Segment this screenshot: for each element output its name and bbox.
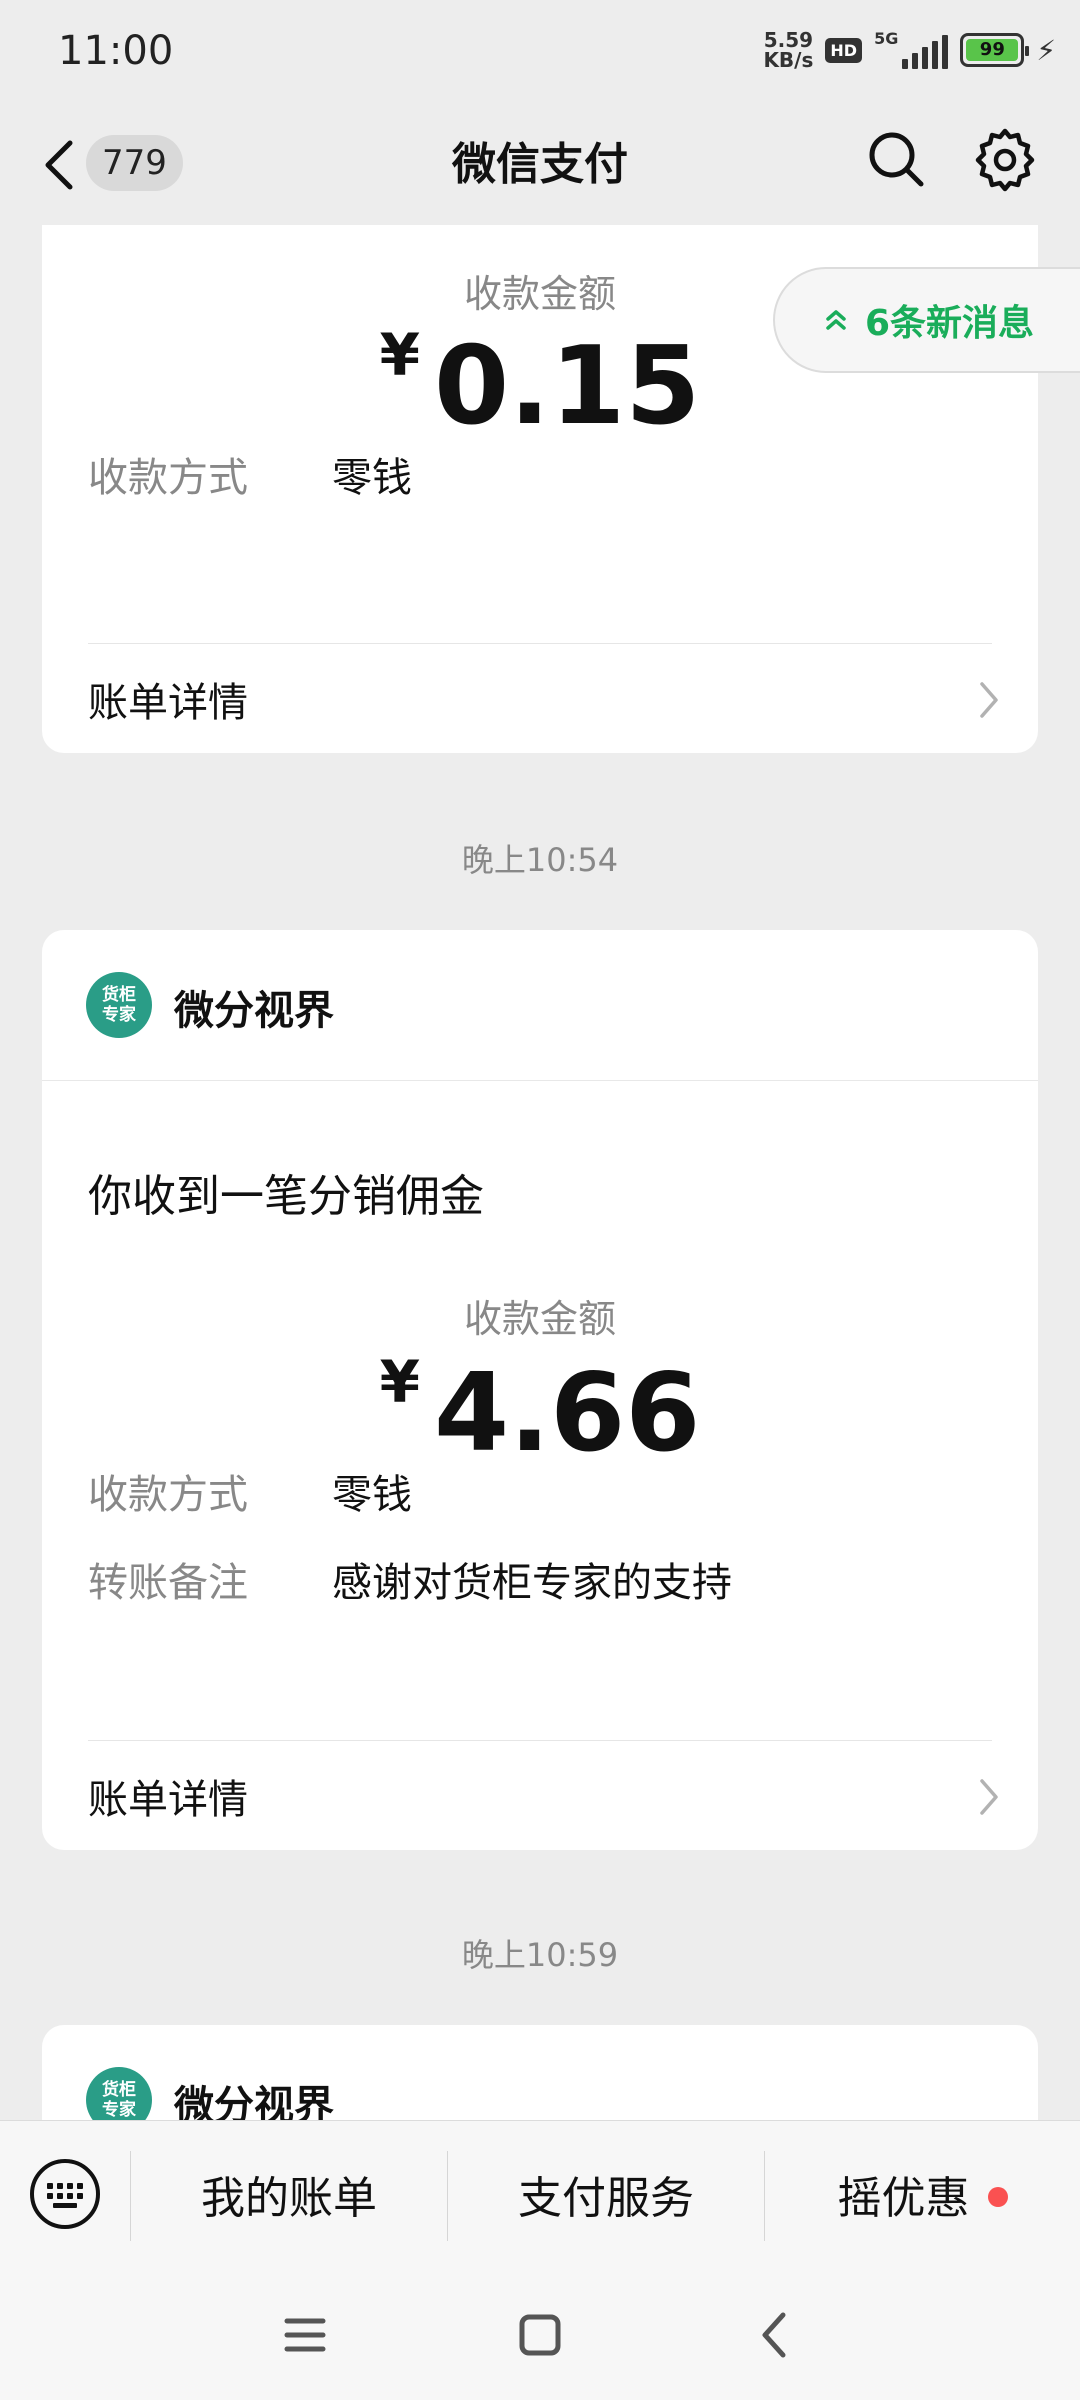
method-value: 零钱 (332, 455, 412, 501)
gear-icon[interactable] (972, 127, 1038, 193)
divider (42, 1080, 1038, 1081)
amount-label: 收款金额 (463, 1297, 616, 1341)
service-menu: 我的账单 支付服务 摇优惠 (0, 2120, 1080, 2275)
status-icons: 5.59 KB/s HD 5G 99 ⚡ (763, 30, 1056, 70)
message-timestamp: 晚上10:54 (461, 841, 619, 879)
method-value: 零钱 (332, 1472, 412, 1518)
merchant-name[interactable]: 微分视界 (174, 2073, 334, 2120)
search-icon[interactable] (866, 129, 926, 189)
bill-detail-row[interactable]: 账单详情 (42, 644, 1038, 754)
method-label: 收款方式 (88, 1472, 248, 1518)
chevron-right-icon (980, 682, 998, 718)
merchant-logo: 货柜 专家 (86, 972, 152, 1038)
menu-item-shake-deals[interactable]: 摇优惠 (765, 2121, 1080, 2276)
home-square-icon[interactable] (510, 2305, 570, 2365)
chat-header: 779 微信支付 (0, 105, 1080, 225)
back-triangle-icon[interactable] (745, 2305, 805, 2365)
bill-detail-row[interactable]: 账单详情 (42, 1741, 1038, 1851)
menu-icon[interactable] (275, 2305, 335, 2365)
new-messages-button[interactable]: 6条新消息 (773, 267, 1080, 373)
bill-detail-label: 账单详情 (88, 1777, 248, 1823)
network-speed: 5.59 KB/s (763, 28, 814, 72)
battery-icon: 99 (960, 33, 1030, 67)
notification-dot (987, 2187, 1008, 2207)
merchant-logo: 货柜 专家 (86, 2067, 152, 2120)
status-time: 11:00 (58, 28, 174, 74)
message-list[interactable]: 收款金额 ¥0.15 收款方式 零钱 账单详情 晚上10:54 货柜 专家 微分视… (0, 225, 1080, 2120)
remark-value: 感谢对货柜专家的支持 (332, 1560, 732, 1606)
remark-label: 转账备注 (88, 1560, 248, 1606)
method-label: 收款方式 (88, 455, 248, 501)
double-chevron-up-icon (826, 310, 846, 330)
payment-card[interactable]: 货柜 专家 微分视界 你收到一笔分销佣金 收款金额 ¥4.66 收款方式 零钱 转… (42, 930, 1038, 1850)
menu-item-my-bills[interactable]: 我的账单 (131, 2121, 447, 2276)
message-timestamp: 晚上10:59 (461, 1936, 619, 1974)
payment-card[interactable]: 货柜 专家 微分视界 (42, 2025, 1038, 2120)
signal-icon: 5G (874, 31, 949, 69)
merchant-name[interactable]: 微分视界 (174, 978, 334, 1036)
charging-icon: ⚡ (1036, 33, 1056, 67)
notice-title: 你收到一笔分销佣金 (88, 1171, 484, 1222)
chevron-right-icon (980, 1779, 998, 1815)
status-bar: 11:00 5.59 KB/s HD 5G 99 ⚡ (0, 0, 1080, 105)
amount-value: ¥4.66 (379, 1348, 701, 1476)
bill-detail-label: 账单详情 (88, 680, 248, 726)
new-messages-label: 6条新消息 (865, 303, 1035, 344)
menu-item-payment-services[interactable]: 支付服务 (448, 2121, 764, 2276)
system-nav-bar (0, 2275, 1080, 2400)
keyboard-icon[interactable] (28, 2157, 102, 2231)
hd-icon: HD (825, 37, 863, 63)
